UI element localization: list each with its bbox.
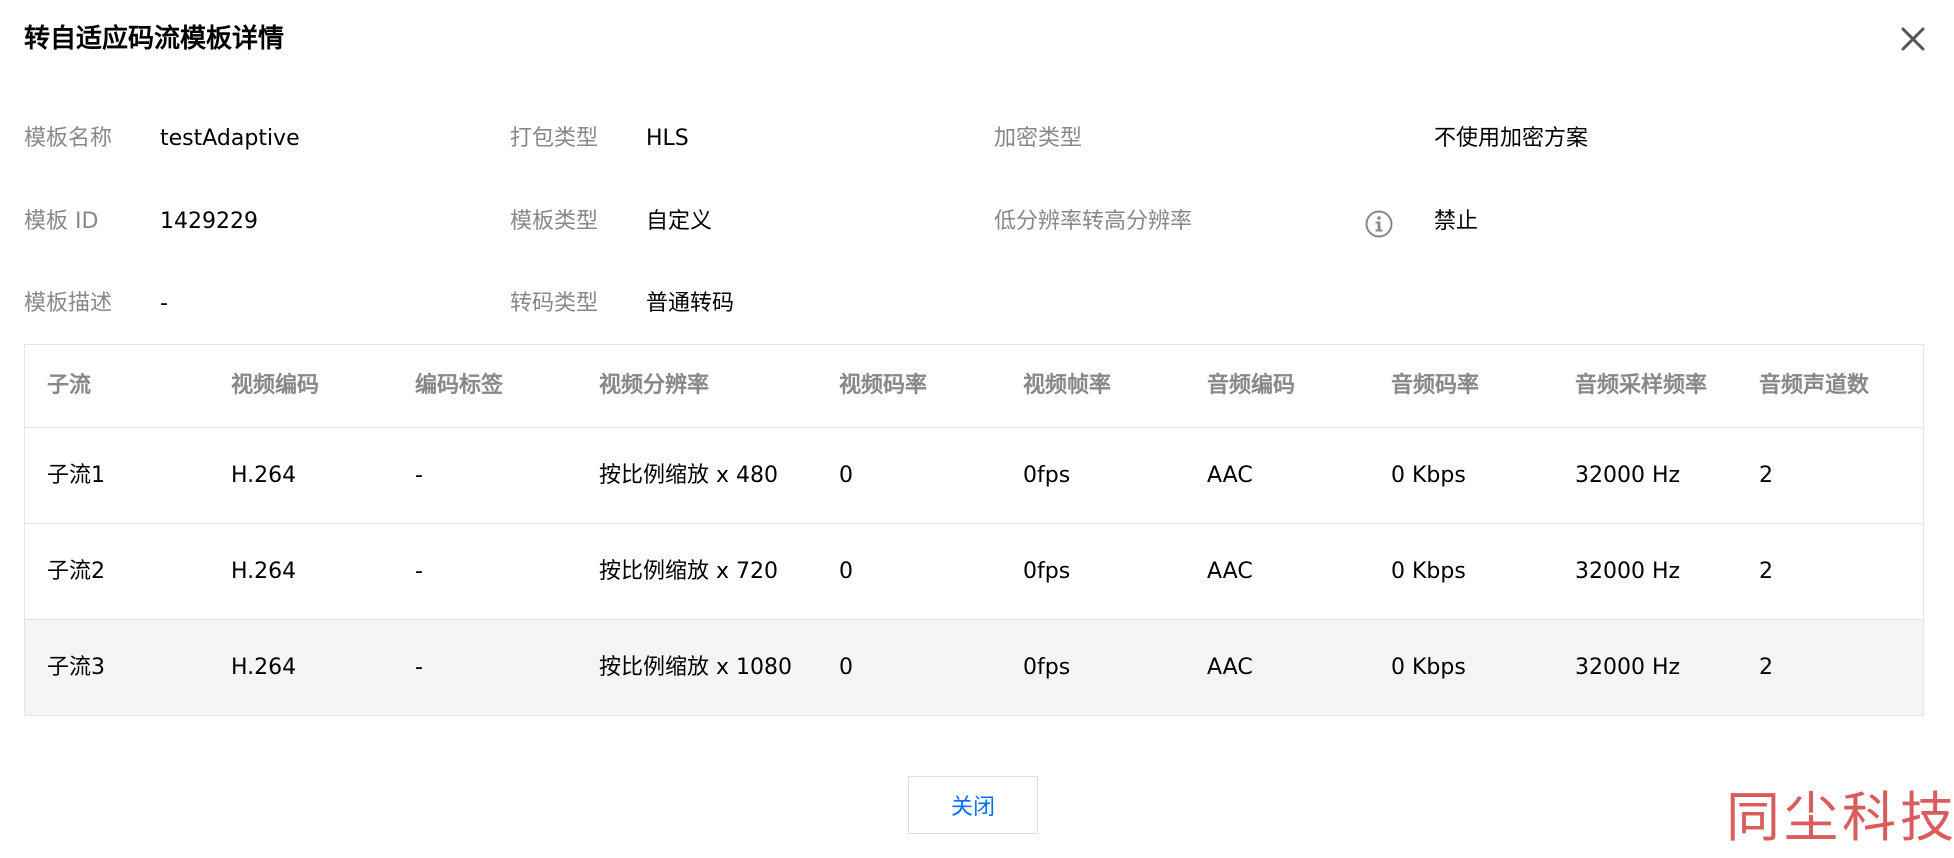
cell-video-codec: H.264	[231, 558, 297, 584]
close-button[interactable]: 关闭	[908, 776, 1038, 834]
table-row[interactable]: 子流3 H.264 - 按比例缩放 x 1080 0 0fps AAC 0 Kb…	[25, 619, 1923, 715]
header-codec-tag: 编码标签	[415, 373, 504, 398]
header-video-framerate: 视频帧率	[1023, 373, 1112, 398]
header-audio-channels: 音频声道数	[1759, 373, 1870, 398]
package-type-value: HLS	[646, 126, 689, 151]
cell-audio-channels: 2	[1759, 654, 1773, 680]
cell-video-framerate: 0fps	[1023, 558, 1071, 584]
header-audio-codec: 音频编码	[1207, 373, 1296, 398]
cell-substream: 子流1	[47, 462, 105, 488]
substream-table: 子流 视频编码 编码标签 视频分辨率 视频码率 视频帧率 音频编码 音频码率 音…	[24, 344, 1924, 716]
cell-video-framerate: 0fps	[1023, 654, 1071, 680]
table-row[interactable]: 子流2 H.264 - 按比例缩放 x 720 0 0fps AAC 0 Kbp…	[25, 523, 1923, 619]
cell-video-bitrate: 0	[839, 558, 853, 584]
table-row[interactable]: 子流1 H.264 - 按比例缩放 x 480 0 0fps AAC 0 Kbp…	[25, 427, 1923, 523]
info-circle-icon[interactable]	[1364, 209, 1394, 239]
cell-audio-channels: 2	[1759, 558, 1773, 584]
header-video-bitrate: 视频码率	[839, 373, 928, 398]
cell-audio-channels: 2	[1759, 462, 1773, 488]
cell-codec-tag: -	[415, 462, 423, 488]
table-header-row: 子流 视频编码 编码标签 视频分辨率 视频码率 视频帧率 音频编码 音频码率 音…	[25, 345, 1923, 427]
template-id-value: 1429229	[160, 209, 258, 234]
cell-audio-samplerate: 32000 Hz	[1575, 558, 1681, 584]
header-audio-samplerate: 音频采样频率	[1575, 373, 1708, 398]
cell-audio-codec: AAC	[1207, 654, 1253, 680]
header-substream: 子流	[47, 373, 92, 398]
encryption-type-value: 不使用加密方案	[1434, 126, 1589, 151]
cell-codec-tag: -	[415, 654, 423, 680]
cell-codec-tag: -	[415, 558, 423, 584]
cell-video-bitrate: 0	[839, 654, 853, 680]
header-video-resolution: 视频分辨率	[599, 373, 710, 398]
cell-audio-samplerate: 32000 Hz	[1575, 654, 1681, 680]
close-icon[interactable]	[1896, 22, 1930, 56]
header-audio-bitrate: 音频码率	[1391, 373, 1480, 398]
cell-substream: 子流2	[47, 558, 105, 584]
cell-audio-codec: AAC	[1207, 558, 1253, 584]
cell-video-resolution: 按比例缩放 x 480	[599, 462, 778, 488]
template-name-label: 模板名称	[24, 126, 113, 151]
cell-video-codec: H.264	[231, 654, 297, 680]
template-desc-value: -	[160, 291, 168, 316]
cell-audio-samplerate: 32000 Hz	[1575, 462, 1681, 488]
template-type-value: 自定义	[646, 209, 713, 234]
watermark: 同尘科技	[1726, 786, 1954, 849]
dialog-title: 转自适应码流模板详情	[24, 24, 285, 54]
cell-video-resolution: 按比例缩放 x 720	[599, 558, 778, 584]
template-detail-dialog: 转自适应码流模板详情 模板名称 testAdaptive 打包类型 HLS 加密…	[0, 0, 1954, 858]
template-type-label: 模板类型	[510, 209, 599, 234]
cell-audio-bitrate: 0 Kbps	[1391, 462, 1466, 488]
cell-video-framerate: 0fps	[1023, 462, 1071, 488]
package-type-label: 打包类型	[510, 126, 599, 151]
cell-video-bitrate: 0	[839, 462, 853, 488]
cell-audio-codec: AAC	[1207, 462, 1253, 488]
template-id-label: 模板 ID	[24, 209, 99, 234]
template-name-value: testAdaptive	[160, 126, 300, 151]
cell-audio-bitrate: 0 Kbps	[1391, 558, 1466, 584]
cell-substream: 子流3	[47, 654, 105, 680]
upscale-value: 禁止	[1434, 209, 1479, 234]
encryption-type-label: 加密类型	[994, 126, 1083, 151]
header-video-codec: 视频编码	[231, 373, 320, 398]
cell-video-resolution: 按比例缩放 x 1080	[599, 654, 792, 680]
template-desc-label: 模板描述	[24, 291, 113, 316]
transcode-type-label: 转码类型	[510, 291, 599, 316]
upscale-label: 低分辨率转高分辨率	[994, 209, 1193, 234]
cell-video-codec: H.264	[231, 462, 297, 488]
transcode-type-value: 普通转码	[646, 291, 735, 316]
cell-audio-bitrate: 0 Kbps	[1391, 654, 1466, 680]
